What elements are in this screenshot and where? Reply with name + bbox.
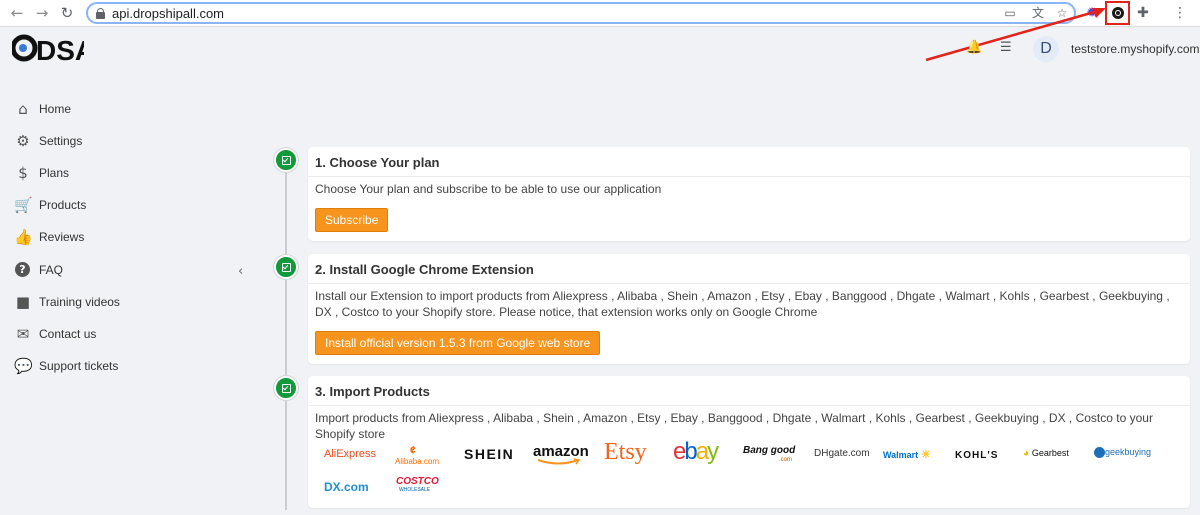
sidebar-item-reviews[interactable]: 👍 Reviews — [14, 226, 244, 248]
step-card-install-extension: 2. Install Google Chrome Extension Insta… — [308, 254, 1190, 364]
etsy-logo: Etsy — [604, 439, 647, 465]
store-name[interactable]: teststore.myshopify.com — [1071, 42, 1199, 56]
annotation-arrow — [925, 8, 1106, 62]
step-title: 1. Choose Your plan — [315, 155, 440, 170]
step-3-check-icon — [274, 376, 298, 400]
walmart-logo: Walmart ✳ — [883, 449, 931, 461]
gearbest-logo: ◕ Gearbest — [1023, 448, 1069, 459]
geekbuying-logo: geekbuying — [1094, 447, 1151, 458]
step-title: 2. Install Google Chrome Extension — [315, 262, 534, 277]
thumbs-up-icon: 👍 — [14, 228, 33, 246]
sidebar-item-products[interactable]: 🛒 Products — [14, 194, 244, 216]
svg-text:DSA: DSA — [36, 35, 84, 64]
gearbest-mark-icon: ◕ — [1023, 448, 1032, 459]
sidebar-item-plans[interactable]: $ Plans — [14, 162, 244, 184]
walmart-spark-icon: ✳ — [918, 449, 931, 461]
alibaba-logo: ꬲ Alibaba.com — [395, 441, 440, 466]
step-title: 3. Import Products — [315, 384, 430, 399]
sidebar-item-settings[interactable]: ⚙ Settings — [14, 130, 244, 152]
geekbuying-mark-icon — [1094, 447, 1105, 458]
dx-logo: DX.com — [324, 480, 369, 494]
avatar[interactable]: D — [1033, 36, 1059, 62]
sidebar-item-training-videos[interactable]: ■ Training videos — [14, 291, 244, 313]
url-text[interactable]: api.dropshipall.com — [112, 6, 224, 21]
sidebar-item-contact-us[interactable]: ✉ Contact us — [14, 323, 244, 345]
back-icon[interactable]: ← — [8, 4, 26, 22]
sidebar-item-faq[interactable]: ? FAQ — [14, 259, 244, 281]
lock-icon — [96, 8, 105, 19]
question-icon: ? — [15, 262, 30, 277]
shein-logo: SHEIN — [464, 446, 515, 462]
forward-icon[interactable]: → — [33, 4, 51, 22]
video-icon: ■ — [15, 293, 31, 311]
banggood-logo: Bang good .com — [743, 445, 796, 464]
kohls-logo: KOHL'S — [955, 450, 999, 461]
step-2-check-icon — [274, 255, 298, 279]
divider — [308, 283, 1190, 284]
dsa-logo[interactable]: DSA — [12, 32, 84, 64]
sidebar-collapse-icon[interactable]: ‹ — [238, 264, 243, 279]
bell-icon[interactable]: 🔔 — [966, 40, 982, 55]
home-icon: ⌂ — [18, 100, 28, 118]
dhgate-logo: DHgate.com — [814, 448, 870, 459]
comments-icon: 💬 — [14, 357, 33, 375]
step-description: Choose Your plan and subscribe to be abl… — [315, 182, 662, 196]
cart-icon: 🛒 — [14, 196, 33, 214]
divider — [308, 405, 1190, 406]
step-card-import-products: 3. Import Products Import products from … — [308, 376, 1190, 508]
envelope-icon: ✉ — [16, 325, 30, 343]
aliexpress-logo: AliExpress — [324, 448, 376, 460]
gears-icon: ⚙ — [16, 132, 30, 150]
amazon-logo: amazon — [533, 444, 589, 466]
list-icon[interactable]: ☰ — [1000, 40, 1012, 55]
step-description: Import products from Aliexpress , Alibab… — [315, 411, 1153, 441]
sidebar-item-support-tickets[interactable]: 💬 Support tickets — [14, 355, 244, 377]
install-extension-button[interactable]: Install official version 1.5.3 from Goog… — [315, 331, 601, 355]
costco-logo: COSTCO WHOLESALE — [396, 476, 439, 493]
step-card-choose-plan: 1. Choose Your plan Choose Your plan and… — [308, 147, 1190, 241]
sidebar-item-home[interactable]: ⌂ Home — [14, 98, 244, 120]
extensions-puzzle-icon[interactable]: ✚ — [1134, 4, 1152, 22]
alibaba-mark-icon: ꬲ — [410, 441, 416, 456]
step-1-check-icon — [274, 148, 298, 172]
browser-menu-icon[interactable]: ⋮ — [1171, 4, 1189, 22]
ebay-logo: ebay — [673, 438, 719, 465]
dollar-icon: $ — [18, 164, 28, 182]
timeline-line — [285, 160, 287, 510]
reload-icon[interactable]: ↻ — [58, 4, 76, 22]
divider — [308, 176, 1190, 177]
step-description: Install our Extension to import products… — [315, 289, 1170, 319]
amazon-smile-icon — [537, 458, 581, 465]
subscribe-button[interactable]: Subscribe — [315, 208, 389, 232]
